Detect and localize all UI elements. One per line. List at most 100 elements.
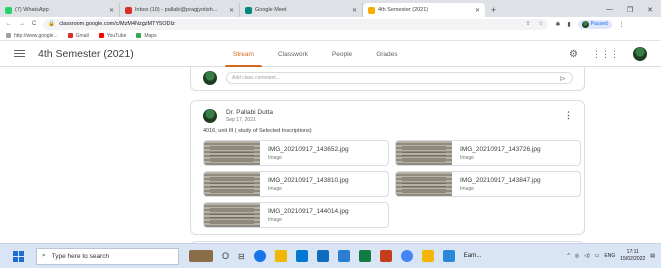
omnibox[interactable]: 🔒 classroom.google.com/c/MzM4NzgzMTY5ODI… [43,18,549,30]
clock[interactable]: 17:11 15/02/2022 [620,249,645,263]
volume-icon[interactable]: ◁) [584,253,590,259]
apps-grid-icon[interactable]: ⋮⋮⋮ [592,49,619,60]
class-comment-input[interactable]: Add class comment... ⊳ [226,72,573,84]
post-date: Sep 17, 2021 [226,117,256,123]
folder-icon[interactable] [421,250,434,262]
gmail-icon [125,6,132,14]
stream-feed[interactable]: Add class comment... ⊳ Dr. Pallabi Dutta… [0,67,661,243]
comment-placeholder: Add class comment... [232,75,280,81]
attachment[interactable]: IMG_20210917_144014.jpg Image [203,202,389,228]
earn-app-icon[interactable] [442,250,455,262]
clock-date: 15/02/2022 [620,256,646,262]
close-icon[interactable]: ✕ [348,7,357,14]
task-view-icon[interactable]: ⊟ [238,252,245,261]
classroom-icon [368,6,375,14]
clock-time: 17:11 [626,249,639,255]
bookmark-label: Maps [144,32,157,39]
store-icon[interactable] [295,250,308,262]
bookmark-label: Gmail [75,32,89,39]
tab-stream[interactable]: Stream [221,41,266,67]
profile-button[interactable]: Paused [577,19,612,29]
attachment-type: Image [268,217,282,223]
close-icon[interactable]: ✕ [105,7,114,14]
tab-classwork[interactable]: Classwork [266,41,320,67]
restore-icon[interactable]: ❐ [627,6,633,14]
youtube-icon [98,33,104,38]
settings-gear-icon[interactable]: ⚙ [569,49,578,60]
announcement-post: Dr. Pallabi Dutta Sep 17, 2021 ⋮ 4016, u… [190,100,585,235]
tab-label: Inbox (10) - pallabi@pragjyotish... [135,7,218,13]
more-icon[interactable]: ⋮ [619,21,625,28]
browser-tab-whatsapp[interactable]: (7) WhatsApp ✕ [0,3,120,17]
bookmark-label: http://www.google... [14,32,58,39]
attachment[interactable]: IMG_20210917_143652.jpg Image [203,140,389,166]
chrome-profile-icon[interactable] [400,250,413,262]
reload-icon[interactable]: C [32,21,36,27]
gmail-icon [67,33,73,38]
minimize-icon[interactable]: — [606,6,613,14]
mail-icon[interactable] [316,250,329,262]
tab-label: 4th Semester (2021) [378,7,429,13]
star-icon[interactable]: ☆ [538,21,543,27]
language-indicator[interactable]: ENG [604,253,615,259]
hamburger-menu-icon[interactable] [14,49,25,58]
comment-card: Add class comment... ⊳ [190,67,585,91]
close-window-icon[interactable]: ✕ [647,6,653,14]
battery-icon[interactable]: ▭ [595,253,600,259]
classroom-header: 4th Semester (2021) Stream Classwork Peo… [0,41,661,67]
account-avatar[interactable] [633,47,647,61]
bookmark-youtube[interactable]: YouTube [98,33,126,39]
share-icon[interactable]: ⇪ [526,21,531,27]
extensions-puzzle-icon[interactable]: ▮ [567,21,570,28]
image-thumbnail [204,141,260,165]
bookmark-gmail[interactable]: Gmail [67,32,89,39]
image-thumbnail [204,203,260,227]
search-icon: ⌕ [42,252,46,259]
extension-icon[interactable]: ✱ [555,21,560,28]
back-icon[interactable]: ← [6,21,12,27]
browser-tab-meet[interactable]: Google Meet ✕ [240,3,363,17]
post-author: Dr. Pallabi Dutta [226,109,273,116]
meet-icon [245,6,252,14]
taskbar-search[interactable]: ⌕ Type here to search [36,247,179,265]
browser-tab-classroom[interactable]: 4th Semester (2021) ✕ [363,3,485,17]
taskbar-app-label[interactable]: Earn... [464,253,482,259]
chrome-icon[interactable] [253,250,266,262]
address-bar-row: ← → C 🔒 classroom.google.com/c/MzM4NzgzM… [0,17,661,31]
author-avatar [203,109,217,123]
network-icon[interactable]: ◎ [575,253,579,259]
attachment-type: Image [268,155,282,161]
forward-icon[interactable]: → [19,21,25,27]
new-tab-button[interactable]: + [485,5,502,17]
bookmark-maps[interactable]: Maps [136,32,157,39]
attachment-name: IMG_20210917_143810.jpg [268,177,349,184]
attachment[interactable]: IMG_20210917_143726.jpg Image [395,140,581,166]
user-avatar [203,71,217,85]
attachment[interactable]: IMG_20210917_143810.jpg Image [203,171,389,197]
excel-icon[interactable] [358,250,371,262]
file-explorer-icon[interactable] [274,250,287,262]
cortana-icon[interactable]: O [222,251,229,261]
show-hidden-icon[interactable]: ^ [567,253,569,259]
search-placeholder: Type here to search [51,252,110,260]
attachment[interactable]: IMG_20210917_143847.jpg Image [395,171,581,197]
url-text: classroom.google.com/c/MzM4NzgzMTY5ODIz [59,21,175,27]
close-icon[interactable]: ✕ [225,7,234,14]
windows-start-icon[interactable] [13,250,24,262]
browser-tab-gmail[interactable]: Inbox (10) - pallabi@pragjyotish... ✕ [120,3,240,17]
bookmarks-bar: http://www.google... Gmail YouTube Maps [0,31,661,41]
bookmark-google[interactable]: http://www.google... [6,33,58,39]
close-icon[interactable]: ✕ [471,7,480,14]
system-tray: ^ ◎ ◁) ▭ ENG 17:11 15/02/2022 ▤ [567,249,661,263]
tab-grades[interactable]: Grades [364,41,409,67]
class-title[interactable]: 4th Semester (2021) [38,48,134,60]
tab-people[interactable]: People [320,41,364,67]
send-icon[interactable]: ⊳ [559,74,566,83]
news-widget-icon[interactable] [189,250,213,262]
word-icon[interactable] [337,250,350,262]
tab-label: (7) WhatsApp [15,7,49,13]
notification-icon[interactable]: ▤ [650,253,655,259]
more-options-icon[interactable]: ⋮ [564,110,573,121]
powerpoint-icon[interactable] [379,250,392,262]
browser-tab-strip: (7) WhatsApp ✕ Inbox (10) - pallabi@prag… [0,0,661,17]
